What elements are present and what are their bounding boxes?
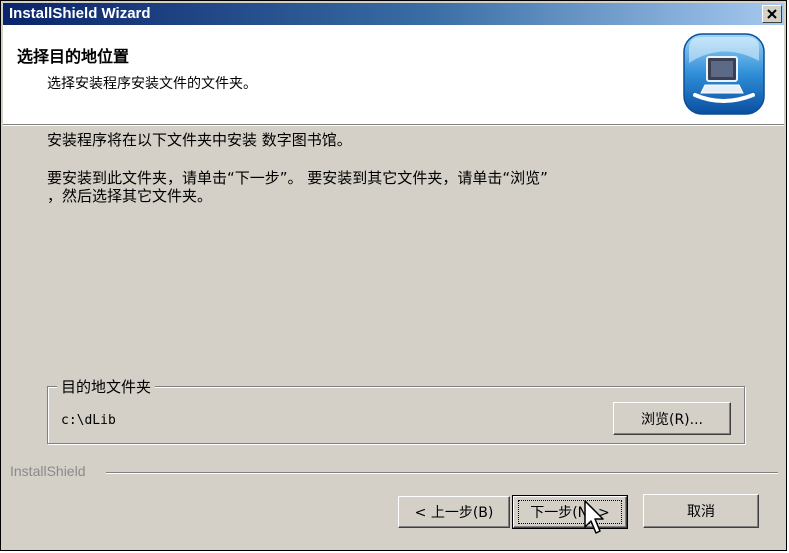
page-title: 选择目的地位置 xyxy=(17,47,130,66)
browse-button[interactable]: 浏览(R)... xyxy=(613,402,731,435)
installshield-brand: InstallShield xyxy=(10,463,86,479)
header-panel: 选择目的地位置 选择安装程序安装文件的文件夹。 xyxy=(3,25,784,124)
browse-button-label: 浏览(R)... xyxy=(640,411,703,428)
destination-folder-legend: 目的地文件夹 xyxy=(57,376,156,397)
cancel-button-label: 取消 xyxy=(687,504,715,520)
computer-install-icon xyxy=(683,33,765,115)
window-title: InstallShield Wizard xyxy=(9,5,151,22)
focus-rectangle xyxy=(518,500,622,524)
header-divider-highlight xyxy=(3,125,784,126)
close-button[interactable] xyxy=(762,5,782,23)
page-subtitle: 选择安装程序安装文件的文件夹。 xyxy=(47,76,257,92)
installshield-wizard-window: InstallShield Wizard 选择目的地位置 选择安装程序安装文件的… xyxy=(0,0,787,551)
back-button-label: < 上一步(B) xyxy=(414,505,494,521)
mouse-pointer-icon xyxy=(584,500,604,534)
next-button[interactable]: 下一步(N) > xyxy=(512,495,628,529)
install-location-text: 安装程序将在以下文件夹中安装 数字图书馆。 xyxy=(47,131,352,149)
destination-path: c:\dLib xyxy=(61,413,116,428)
title-bar[interactable]: InstallShield Wizard xyxy=(3,3,784,25)
instruction-text-continued: ，然后选择其它文件夹。 xyxy=(47,187,213,205)
cancel-button[interactable]: 取消 xyxy=(643,494,759,528)
close-icon xyxy=(767,9,777,19)
back-button[interactable]: < 上一步(B) xyxy=(398,496,510,528)
footer-divider-highlight xyxy=(106,473,778,474)
